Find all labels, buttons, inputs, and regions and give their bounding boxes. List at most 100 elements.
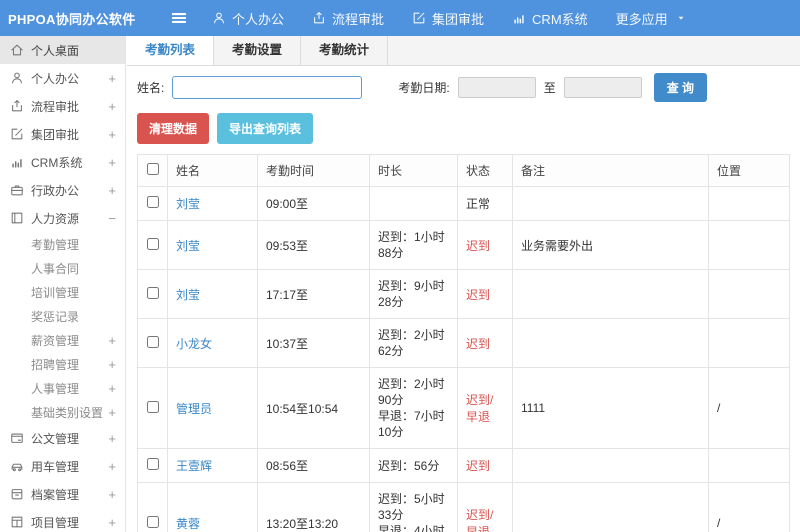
sidebar-item-label: 用车管理 [31,459,80,474]
name-cell: 刘莹 [167,269,258,319]
sidebar-subitem-5[interactable]: 薪资管理 + [0,328,125,352]
sidebar-item-label: CRM系统 [31,155,83,170]
date-to-input[interactable] [563,77,642,98]
sidebar-item-label: 档案管理 [31,487,80,502]
location-cell [708,318,790,368]
tab-attendance-stats[interactable]: 考勤统计 [301,36,389,65]
name-cell: 刘莹 [167,220,258,270]
export-list-button[interactable]: 导出查询列表 [217,113,314,144]
date-range-separator: 至 [543,81,556,95]
expand-icon[interactable]: + [108,406,116,419]
expand-icon[interactable]: + [108,100,116,113]
expand-icon[interactable]: − [108,212,116,225]
topnav-item-5[interactable]: 更多应用 [602,0,700,36]
sidebar-subitem-3[interactable]: 培训管理 [0,280,125,304]
home-icon [10,43,24,57]
sidebar-item-3[interactable]: 流程审批 + [0,92,125,120]
topnav-item-label: CRM系统 [532,11,588,27]
duration-cell: 迟到：2小时62分 [369,318,458,368]
row-checkbox[interactable] [146,286,159,299]
sidebar-subitem-8[interactable]: 基础类别设置 + [0,400,125,424]
topnav-item-2[interactable]: 流程审批 [298,0,398,36]
topnav-item-1[interactable]: 个人办公 [198,0,298,36]
select-all-checkbox[interactable] [146,163,159,175]
menu-icon[interactable] [170,9,188,27]
employee-name-link[interactable]: 刘莹 [176,288,200,302]
tab-attendance-list[interactable]: 考勤列表 [127,36,215,65]
expand-icon[interactable]: + [108,432,116,445]
car-icon [10,459,24,473]
row-select-cell [137,220,168,270]
expand-icon[interactable]: + [108,128,116,141]
app-header: PHPOA协同办公软件 个人办公 流程审批 集团审批 CRM系统 更多应用 [0,0,800,36]
filter-bar: 姓名: 考勤日期: 至 查 询 [127,66,800,108]
sidebar-item-8[interactable]: 公文管理 + [0,424,125,452]
topnav-item-3[interactable]: 集团审批 [398,0,498,36]
row-checkbox[interactable] [146,335,159,348]
book-icon [10,211,24,225]
sidebar-subitem-1[interactable]: 考勤管理 [0,232,125,256]
row-select-cell [137,186,168,221]
sidebar-subitem-4[interactable]: 奖惩记录 [0,304,125,328]
topnav-item-label: 个人办公 [232,11,285,27]
employee-name-link[interactable]: 刘莹 [176,239,200,253]
status-badge: 迟到 [466,238,491,253]
sidebar-item-9[interactable]: 用车管理 + [0,452,125,480]
status-cell: 迟到 [457,448,513,483]
expand-icon[interactable]: + [108,334,116,347]
sidebar-subitem-label: 基础类别设置 [31,405,104,420]
table-row: 刘莹 17:17至 迟到：9小时28分 迟到 [137,269,790,319]
column-header-3: 时长 [369,154,458,187]
expand-icon[interactable]: + [108,488,116,501]
sidebar-subitem-6[interactable]: 招聘管理 + [0,352,125,376]
status-cell: 迟到 [457,269,513,319]
sidebar-item-4[interactable]: 集团审批 + [0,120,125,148]
date-from-input[interactable] [457,77,536,98]
expand-icon[interactable]: + [108,72,116,85]
employee-name-link[interactable]: 刘莹 [176,197,200,211]
topnav-item-4[interactable]: CRM系统 [498,0,602,36]
location-cell: / [708,367,790,449]
name-cell: 王壹辉 [167,448,258,483]
date-filter-label: 考勤日期: [398,81,450,95]
user-icon [212,11,226,25]
app-logo: PHPOA协同办公软件 [8,11,136,27]
sidebar-subitem-label: 奖惩记录 [31,309,80,324]
sidebar-item-2[interactable]: 个人办公 + [0,64,125,92]
expand-icon[interactable]: + [108,156,116,169]
tab-attendance-settings[interactable]: 考勤设置 [214,36,302,65]
sidebar-item-6[interactable]: 行政办公 + [0,176,125,204]
chart-icon [10,155,24,169]
sidebar-item-7[interactable]: 人力资源 − [0,204,125,232]
sidebar-subitem-7[interactable]: 人事管理 + [0,376,125,400]
employee-name-link[interactable]: 黄蓉 [176,517,200,531]
attendance-time-cell: 17:17至 [257,269,370,319]
expand-icon[interactable]: + [108,382,116,395]
sidebar-item-11[interactable]: 项目管理 + [0,508,125,532]
row-checkbox[interactable] [146,458,159,470]
note-cell [512,186,709,221]
expand-icon[interactable]: + [108,516,116,529]
row-checkbox[interactable] [146,400,159,413]
row-checkbox[interactable] [146,515,159,528]
row-checkbox[interactable] [146,237,159,250]
employee-name-link[interactable]: 王壹辉 [176,459,212,473]
sidebar-item-5[interactable]: CRM系统 + [0,148,125,176]
search-button[interactable]: 查 询 [653,73,708,102]
name-cell: 刘莹 [167,186,258,221]
employee-name-link[interactable]: 小龙女 [176,337,212,351]
sidebar-subitem-2[interactable]: 人事合同 [0,256,125,280]
clear-data-button[interactable]: 清理数据 [137,113,210,144]
topnav-item-label: 流程审批 [332,11,385,27]
expand-icon[interactable]: + [108,460,116,473]
expand-icon[interactable]: + [108,184,116,197]
row-checkbox[interactable] [146,196,159,208]
sidebar-item-label: 个人办公 [31,71,80,86]
sidebar-item-10[interactable]: 档案管理 + [0,480,125,508]
column-header-5: 备注 [512,154,709,187]
sidebar: 个人桌面 个人办公 + 流程审批 + 集团审批 + CRM系统 + 行政办公 + 人力资源 − 考勤管理人… [0,36,126,532]
sidebar-item-1[interactable]: 个人桌面 [0,36,125,64]
name-filter-input[interactable] [172,76,363,99]
employee-name-link[interactable]: 管理员 [176,402,212,416]
expand-icon[interactable]: + [108,358,116,371]
